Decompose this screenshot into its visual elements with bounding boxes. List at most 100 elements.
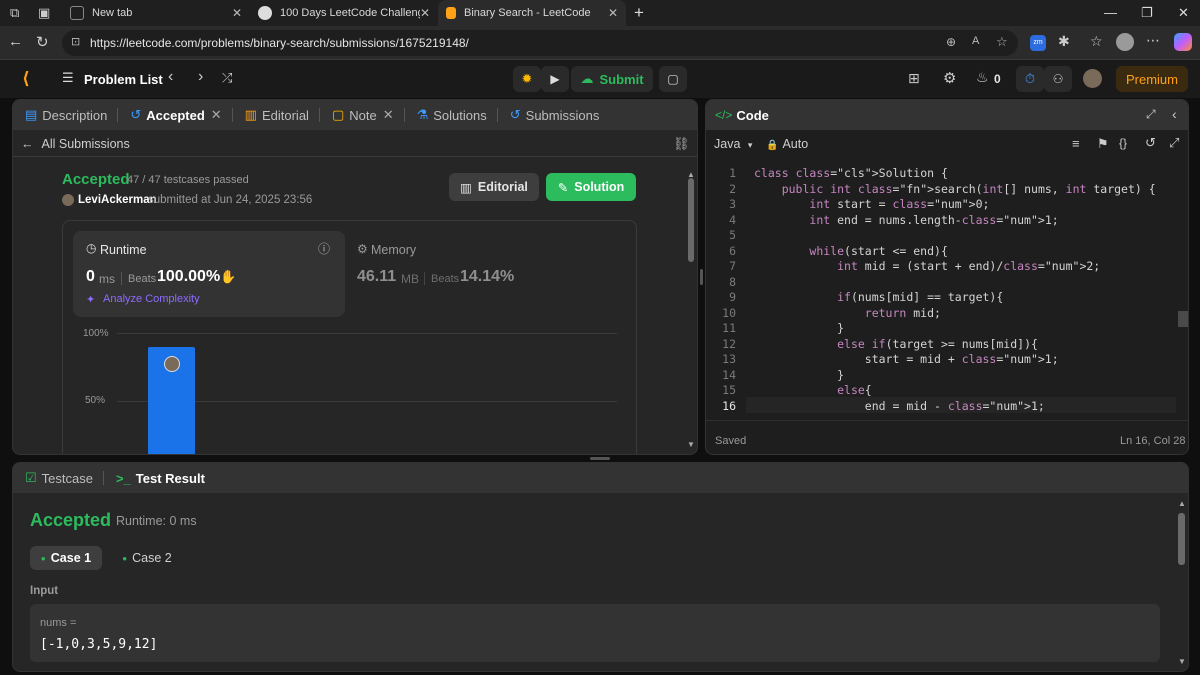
language-select[interactable]: Java ▾ (714, 137, 752, 151)
submit-button[interactable]: ☁ Submit (571, 66, 653, 92)
workspaces-icon[interactable]: ⧉ (10, 5, 19, 21)
next-problem-icon[interactable]: › (198, 68, 203, 86)
tab-editorial[interactable]: ▥ Editorial (245, 107, 309, 123)
scroll-down-icon[interactable]: ▼ (1178, 657, 1186, 666)
editor-scrollbar-thumb[interactable] (1178, 311, 1188, 327)
code-line: 14 } (706, 368, 1176, 384)
close-icon[interactable]: ✕ (232, 6, 242, 20)
all-submissions-link[interactable]: ← All Submissions (21, 137, 130, 151)
case-2-tab[interactable]: ● Case 2 (111, 546, 183, 570)
line-number: 1 (729, 166, 736, 180)
auto-mode-toggle[interactable]: 🔒 Auto (766, 137, 808, 151)
tab-title: New tab (92, 7, 133, 19)
more-menu-icon[interactable]: ⋯ (1146, 32, 1160, 49)
close-icon[interactable]: ✕ (420, 6, 430, 20)
back-arrow-icon[interactable]: ← (8, 33, 23, 50)
browser-tab-new-tab[interactable]: New tab ✕ (62, 0, 250, 26)
premium-button[interactable]: Premium (1116, 66, 1188, 92)
browser-tab-100days[interactable]: 100 Days LeetCode Challenge - e ✕ (250, 0, 438, 26)
solution-button[interactable]: ✎ Solution (546, 173, 636, 201)
new-tab-plus-icon[interactable]: + (634, 3, 644, 23)
timer-button[interactable]: ⏱ (1016, 66, 1044, 92)
runtime-card[interactable]: ◷ Runtime ⓘ 0 ms Beats 100.00% ✋ ✦ Analy… (73, 231, 345, 317)
copilot-icon[interactable] (1174, 33, 1192, 51)
scrollbar-track[interactable]: ▲ ▼ (687, 170, 695, 452)
close-icon[interactable]: ✕ (211, 107, 222, 123)
problem-list-icon[interactable]: ☰ (62, 70, 74, 86)
tab-accepted[interactable]: ↺ Accepted ✕ (130, 107, 221, 123)
url-field[interactable]: ⊡ https://leetcode.com/problems/binary-s… (62, 30, 1018, 56)
input-variable-name: nums = (40, 617, 77, 629)
scroll-up-icon[interactable]: ▲ (1178, 499, 1186, 508)
maximize-icon[interactable]: ❐ (1141, 5, 1153, 21)
scrollbar-thumb[interactable] (1178, 513, 1185, 565)
editorial-button[interactable]: ▥ Editorial (449, 173, 539, 201)
code-editor[interactable]: 1 class class="cls">Solution {2 public in… (706, 165, 1176, 417)
layout-icon[interactable]: ⊞ (908, 70, 920, 87)
shuffle-icon[interactable]: ⤮ (222, 70, 232, 86)
profile-avatar[interactable] (1116, 33, 1134, 51)
tab-submissions[interactable]: ↺ Submissions (510, 107, 600, 123)
analyze-complexity-link[interactable]: Analyze Complexity (103, 293, 200, 305)
input-value-box[interactable]: nums = [-1,0,3,5,9,12] (30, 604, 1160, 662)
problem-list-link[interactable]: Problem List (84, 72, 163, 87)
horizontal-resize-handle[interactable] (590, 457, 610, 460)
case-1-tab[interactable]: ● Case 1 (30, 546, 102, 570)
tab-actions-icon[interactable]: ▣ (38, 5, 50, 21)
info-icon[interactable]: ⓘ (318, 240, 330, 257)
prev-problem-icon[interactable]: ‹ (168, 68, 173, 86)
favorite-star-icon[interactable]: ☆ (996, 34, 1008, 50)
zoom-extension-icon[interactable]: zm (1030, 35, 1046, 51)
add-friend-button[interactable]: ⚇ (1044, 66, 1072, 92)
runtime-label: Runtime (100, 243, 147, 257)
stopwatch-icon: ⏱ (1024, 71, 1036, 86)
close-icon[interactable]: ✕ (383, 107, 394, 123)
tab-solutions[interactable]: ⚗ Solutions (417, 107, 487, 123)
scroll-down-icon[interactable]: ▼ (687, 440, 695, 449)
site-info-icon[interactable]: ⊡ (71, 35, 80, 48)
braces-icon[interactable]: {} (1119, 136, 1127, 150)
reset-icon[interactable]: ↺ (1145, 135, 1156, 151)
line-text: while(start <= end){ (809, 243, 948, 258)
debug-button[interactable]: ✹ (513, 66, 541, 92)
bookmark-icon[interactable]: ⚑ (1097, 136, 1109, 152)
new-tab-icon (70, 6, 84, 20)
line-text: } (754, 321, 845, 335)
submitter-name[interactable]: LeviAckerman (78, 194, 157, 206)
leetcode-logo-icon (446, 7, 456, 19)
line-text: class class="cls">Solution { (754, 166, 948, 180)
clap-icon: ✋ (220, 269, 237, 284)
run-button[interactable]: ▶ (541, 66, 569, 92)
edit-icon: ✎ (557, 180, 569, 195)
fullscreen-icon[interactable]: ⤢ (1169, 135, 1179, 151)
expand-icon[interactable]: ⤢ (1146, 107, 1156, 122)
format-icon[interactable]: ≡ (1072, 136, 1080, 151)
cloud-upload-icon: ☁ (580, 71, 594, 86)
read-aloud-icon[interactable]: A (972, 35, 979, 47)
tab-note[interactable]: ▢ Note ✕ (332, 107, 394, 123)
user-avatar[interactable] (1083, 69, 1102, 88)
line-number: 3 (729, 197, 736, 211)
scrollbar-thumb[interactable] (688, 178, 694, 262)
zoom-icon[interactable]: ⊕ (946, 35, 956, 49)
tab-testcase[interactable]: ☑ Testcase (25, 470, 93, 486)
vertical-resize-handle[interactable] (700, 269, 703, 285)
streak-fire-icon[interactable]: ♨ (976, 69, 989, 86)
leetcode-logo-icon[interactable]: ⟨ (22, 69, 30, 89)
extensions-icon[interactable]: ✱ (1058, 33, 1070, 50)
notes-button[interactable]: ▢ (659, 66, 687, 92)
tab-divider (496, 108, 498, 122)
reload-icon[interactable]: ↻ (36, 33, 49, 51)
close-icon[interactable]: ✕ (608, 6, 618, 20)
window-close-icon[interactable]: ✕ (1178, 5, 1189, 21)
share-link-icon[interactable]: ⛓ (673, 136, 690, 152)
minimize-icon[interactable]: — (1104, 5, 1117, 20)
scrollbar-track[interactable]: ▲ ▼ (1177, 499, 1187, 669)
tab-description[interactable]: ▤ Description (25, 107, 107, 123)
favorites-icon[interactable]: ☆ (1090, 33, 1103, 50)
memory-card[interactable]: ⚙ Memory 46.11 MB Beats 14.14% (357, 231, 629, 317)
browser-tab-binary-search[interactable]: Binary Search - LeetCode ✕ (438, 0, 626, 26)
tab-test-result[interactable]: >_ Test Result (116, 471, 205, 486)
settings-gear-icon[interactable]: ⚙ (943, 69, 956, 87)
collapse-icon[interactable]: ‹ (1172, 106, 1177, 122)
